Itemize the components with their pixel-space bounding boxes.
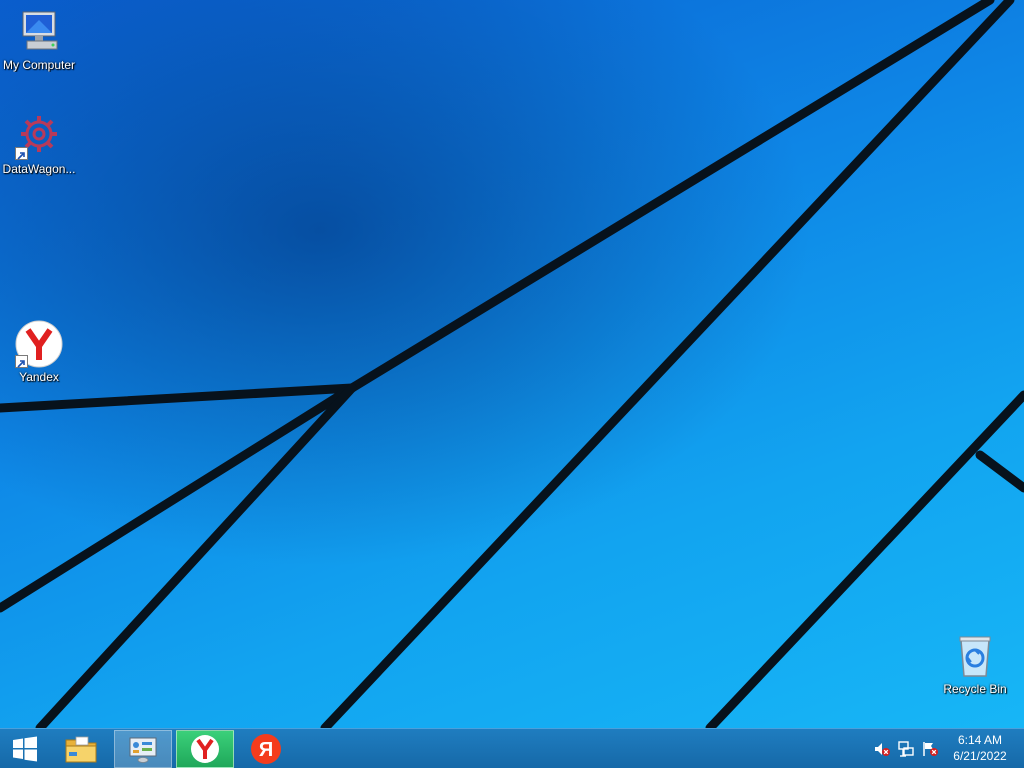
yandex-ya-icon: Я [251,734,281,764]
computer-icon [15,8,63,56]
recycle-bin-icon [951,632,999,680]
clock-date: 6/21/2022 [953,749,1007,763]
speaker-muted-icon[interactable] [874,741,890,757]
desktop-icon-yandex[interactable]: Yandex [0,320,78,384]
gear-icon [15,112,63,160]
desktop-icon-datawagon[interactable]: DataWagon... [0,112,78,176]
network-icon[interactable] [898,741,914,757]
taskbar-control-panel-button[interactable] [114,730,172,768]
taskbar-clock[interactable]: 6:14 AM 6/21/2022 [944,732,1016,764]
desktop-icon-recycle-bin[interactable]: Recycle Bin [936,632,1014,696]
taskbar-file-explorer-button[interactable] [54,730,108,768]
windows-logo-icon [13,736,37,762]
desktop-icon-label: DataWagon... [2,162,76,176]
desktop[interactable]: My Computer DataWagon... Yandex Recycle … [0,0,1024,728]
taskbar-yandex-button[interactable]: Я [238,730,294,768]
control-panel-icon [129,737,157,763]
desktop-icon-label: Yandex [19,370,59,384]
desktop-icon-my-computer[interactable]: My Computer [0,8,78,72]
yandex-browser-icon [191,735,219,763]
clock-time: 6:14 AM [957,733,1003,747]
folder-icon [65,736,97,763]
wallpaper-lines [0,0,1024,728]
taskbar-yandex-browser-button[interactable] [176,730,234,768]
desktop-icon-label: Recycle Bin [943,682,1007,696]
action-center-flag-icon[interactable] [922,741,938,757]
desktop-icon-label: My Computer [2,58,76,72]
svg-text:Я: Я [259,739,273,761]
shortcut-arrow-icon [15,355,28,368]
start-button[interactable] [0,730,50,768]
yandex-browser-icon [15,320,63,368]
shortcut-arrow-icon [15,147,28,160]
taskbar: Я 6:14 AM 6/21/2022 [0,728,1024,768]
